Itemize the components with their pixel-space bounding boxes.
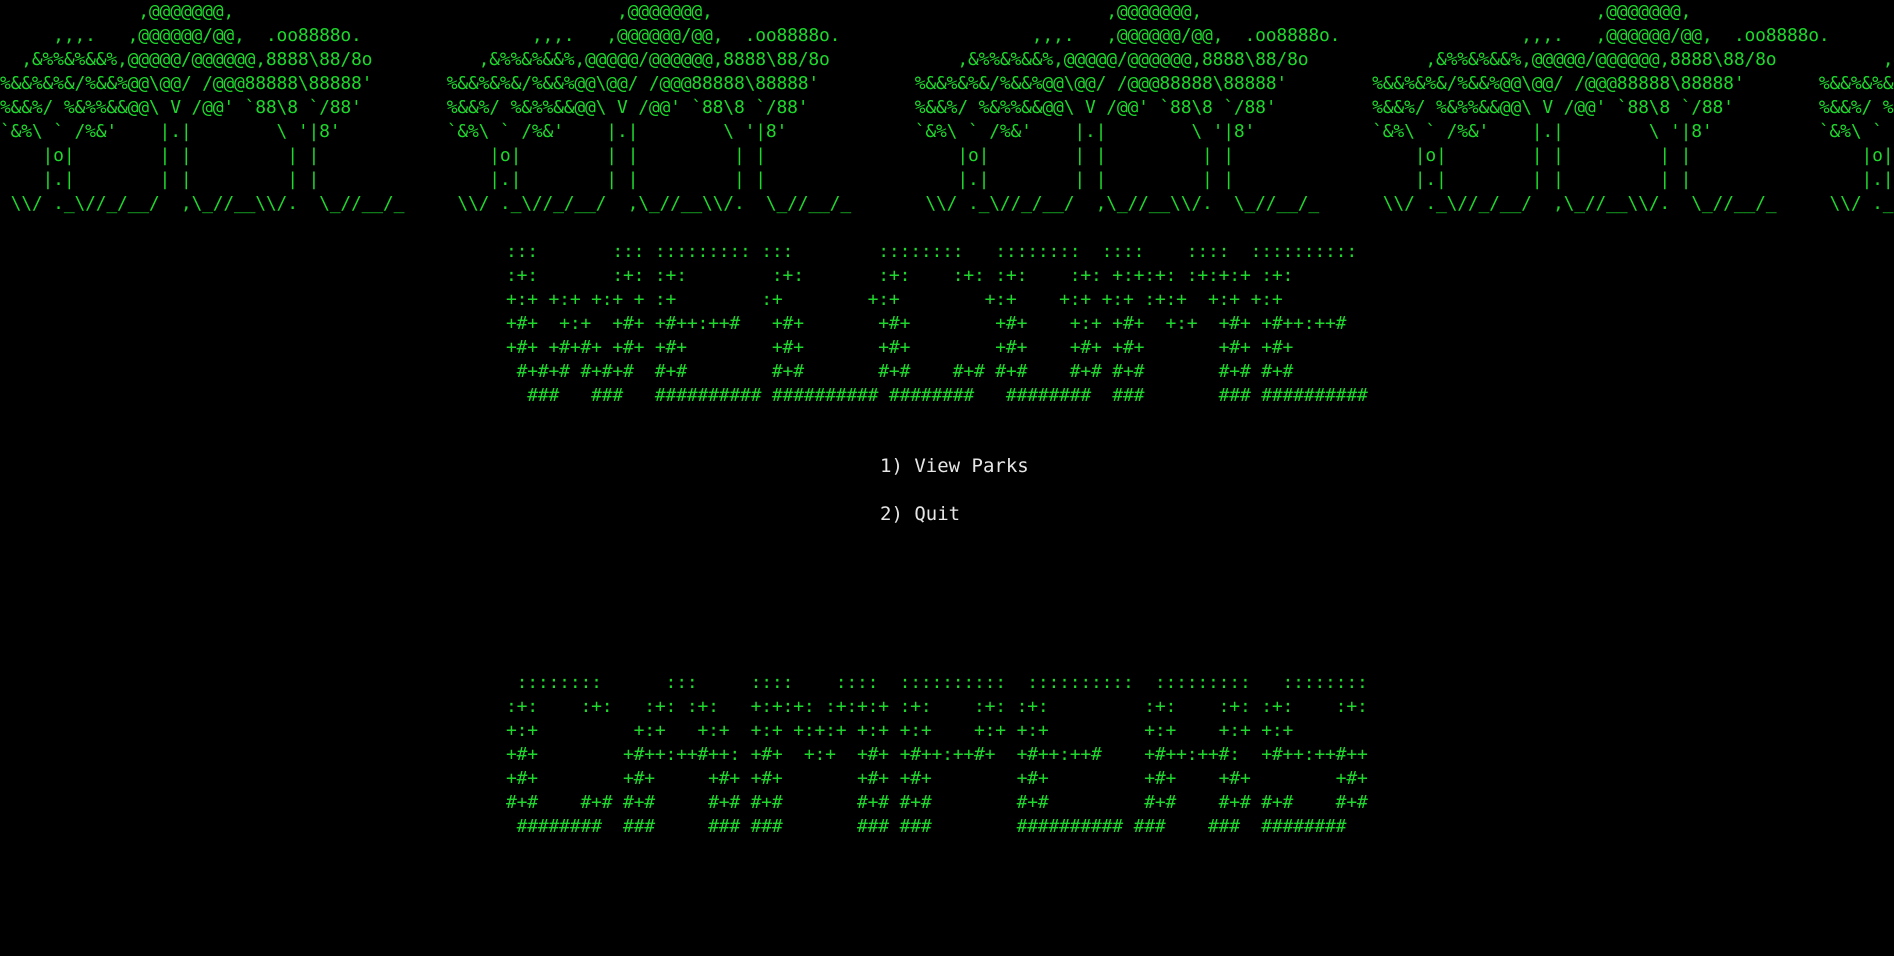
welcome-banner-line: +#+ +:+ +#+ +#++:++# +#+ +#+ +#+ +:+ +#+… bbox=[506, 313, 1347, 334]
arcade-banner-line: +#+ +#+ +#+ +#+ +#+ +#+ +#+ +#+ +#+ +#+ bbox=[506, 768, 1368, 789]
arcade-banner-line: +:+ +:+ +:+ +:+ +:+:+ +:+ +:+ +:+ +:+ +:… bbox=[506, 720, 1294, 741]
tree-banner-line: ,&%%&%&&%,@@@@@/@@@@@@,8888\88/8o ,&%%&%… bbox=[0, 49, 1894, 70]
arcade-banner-line: ######## ### ### ### ### ### ########## … bbox=[506, 816, 1347, 837]
tree-banner-line: |o| | | | | |o| | | | | |o| | | | | |o| … bbox=[0, 145, 1894, 166]
arcade-banner-line: +#+ +#++:++#++: +#+ +:+ +#+ +#++:++#+ +#… bbox=[506, 744, 1368, 765]
tree-banner-line: %&&%/ %&%%&&@@\ V /@@' `88\8 `/88' %&&%/… bbox=[0, 97, 1894, 118]
tree-banner-line: %&&%&%&/%&&%@@\@@/ /@@@88888\88888' %&&%… bbox=[0, 73, 1894, 94]
tree-banner-line: ,,,. ,@@@@@@/@@, .oo8888o. ,,,. ,@@@@@@/… bbox=[53, 25, 1830, 46]
arcade-banner-line: :+: :+: :+: :+: +:+:+: :+:+:+ :+: :+: :+… bbox=[506, 696, 1368, 717]
tree-banner-line: \\/ ._\//_/__/ ,\_//__\\/. \_//__/_ \\/ … bbox=[0, 193, 1894, 214]
tree-banner-line: |.| | | | | |.| | | | | |.| | | | | |.| … bbox=[0, 169, 1894, 190]
arcade-banner-line: #+# #+# #+# #+# #+# #+# #+# #+# #+# #+# … bbox=[506, 792, 1368, 813]
welcome-banner-line: ::: ::: ::::::::: ::: :::::::: :::::::: … bbox=[506, 241, 1357, 262]
welcome-banner-line: #+#+# #+#+# #+# #+# #+# #+# #+# #+# #+# … bbox=[506, 361, 1294, 382]
welcome-ascii-banner: ::: ::: ::::::::: ::: :::::::: :::::::: … bbox=[506, 240, 1368, 408]
arcade-ascii-banner: :::::::: ::: :::: :::: :::::::::: ::::::… bbox=[506, 671, 1368, 839]
tree-banner-line: ,@@@@@@@, ,@@@@@@@, ,@@@@@@@, ,@@@@@@@, … bbox=[138, 1, 1692, 22]
main-menu: 1) View Parks 2) Quit bbox=[880, 454, 1029, 550]
welcome-banner-line: +#+ +#+#+ +#+ +#+ +#+ +#+ +#+ +#+ +#+ +#… bbox=[506, 337, 1294, 358]
tree-ascii-banner: ,@@@@@@@, ,@@@@@@@, ,@@@@@@@, ,@@@@@@@, … bbox=[0, 0, 1894, 216]
welcome-banner-line: ### ### ########## ########## ######## #… bbox=[506, 385, 1368, 406]
menu-item-quit[interactable]: 2) Quit bbox=[880, 502, 1029, 526]
welcome-banner-line: +:+ +:+ +:+ + :+ :+ +:+ +:+ +:+ +:+ :+:+… bbox=[506, 289, 1283, 310]
tree-banner-line: `&%\ ` /%&' |.| \ '|8' `&%\ ` /%&' |.| \… bbox=[0, 121, 1894, 142]
menu-item-view-parks[interactable]: 1) View Parks bbox=[880, 454, 1029, 478]
welcome-banner-line: :+: :+: :+: :+: :+: :+: :+: :+: +:+:+: :… bbox=[506, 265, 1294, 286]
terminal-window: ,@@@@@@@, ,@@@@@@@, ,@@@@@@@, ,@@@@@@@, … bbox=[0, 0, 1894, 956]
arcade-banner-line: :::::::: ::: :::: :::: :::::::::: ::::::… bbox=[506, 672, 1368, 693]
